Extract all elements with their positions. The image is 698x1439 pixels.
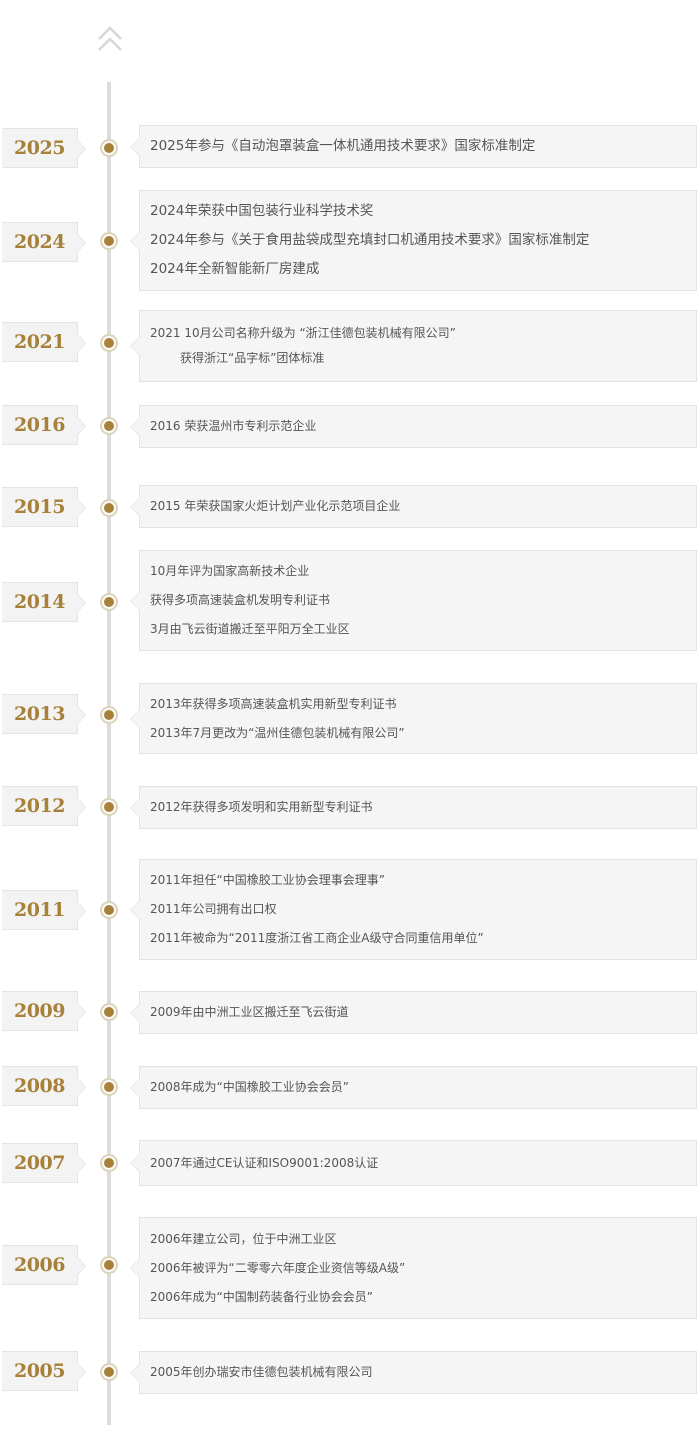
event-text: 3月由飞云街道搬迁至平阳万全工业区 — [150, 622, 350, 636]
year-tab[interactable]: 2008 — [2, 1066, 86, 1106]
timeline-dot — [100, 901, 118, 919]
year-tab[interactable]: 2006 — [2, 1245, 86, 1285]
event-box: 2011年担任“中国橡胶工业协会理事会理事” 2011年公司拥有出口权 2011… — [130, 859, 697, 960]
event-text: 获得浙江“品字标”团体标准 — [180, 351, 325, 365]
event-box: 2008年成为“中国橡胶工业协会会员” — [130, 1066, 697, 1109]
event-text: 2009年由中洲工业区搬迁至飞云街道 — [150, 1005, 349, 1019]
timeline-axis — [107, 82, 111, 1425]
timeline-dot — [100, 1003, 118, 1021]
timeline-dot — [100, 1154, 118, 1172]
timeline-dot — [100, 593, 118, 611]
event-box: 2024年荣获中国包装行业科学技术奖 2024年参与《关于食用盐袋成型充填封口机… — [130, 190, 697, 291]
event-text: 2011年被命为“2011度浙江省工商企业A级守合同重信用单位” — [150, 931, 484, 945]
event-text: 2016 荣获温州市专利示范企业 — [150, 419, 317, 433]
event-text: 2005年创办瑞安市佳德包装机械有限公司 — [150, 1365, 373, 1379]
event-box: 2009年由中洲工业区搬迁至飞云街道 — [130, 991, 697, 1034]
timeline-dot — [100, 499, 118, 517]
timeline-dot — [100, 139, 118, 157]
event-box: 2021 10月公司名称升级为 “浙江佳德包装机械有限公司” 获得浙江“品字标”… — [130, 310, 697, 382]
back-to-top-chevron-icon[interactable] — [94, 22, 126, 58]
year-tab[interactable]: 2007 — [2, 1143, 86, 1183]
timeline-dot — [100, 334, 118, 352]
event-box: 2006年建立公司，位于中洲工业区 2006年被评为“二零零六年度企业资信等级A… — [130, 1217, 697, 1319]
timeline-dot — [100, 1078, 118, 1096]
event-text: 2024年荣获中国包装行业科学技术奖 — [150, 203, 374, 219]
event-text: 获得多项高速装盒机发明专利证书 — [150, 593, 331, 607]
event-text: 2025年参与《自动泡罩装盒一体机通用技术要求》国家标准制定 — [150, 138, 536, 154]
event-box: 10月年评为国家高新技术企业 获得多项高速装盒机发明专利证书 3月由飞云街道搬迁… — [130, 550, 697, 651]
timeline-dot — [100, 706, 118, 724]
year-tab[interactable]: 2021 — [2, 322, 86, 362]
event-box: 2013年获得多项高速装盒机实用新型专利证书 2013年7月更改为“温州佳德包装… — [130, 683, 697, 754]
event-text: 2006年被评为“二零零六年度企业资信等级A级” — [150, 1260, 406, 1275]
event-text: 2006年建立公司，位于中洲工业区 — [150, 1231, 337, 1246]
event-text: 2024年参与《关于食用盐袋成型充填封口机通用技术要求》国家标准制定 — [150, 232, 590, 248]
year-tab[interactable]: 2014 — [2, 582, 86, 622]
year-tab[interactable]: 2005 — [2, 1351, 86, 1391]
event-text: 2021 10月公司名称升级为 “浙江佳德包装机械有限公司” — [150, 326, 456, 340]
year-tab[interactable]: 2016 — [2, 405, 86, 445]
year-tab[interactable]: 2012 — [2, 786, 86, 826]
year-tab[interactable]: 2024 — [2, 222, 86, 262]
event-box: 2016 荣获温州市专利示范企业 — [130, 405, 697, 448]
event-text: 2024年全新智能新厂房建成 — [150, 261, 320, 277]
event-text: 2013年7月更改为“温州佳德包装机械有限公司” — [150, 725, 405, 740]
event-text: 2015 年荣获国家火炬计划产业化示范项目企业 — [150, 499, 401, 513]
event-box: 2012年获得多项发明和实用新型专利证书 — [130, 786, 697, 829]
timeline-dot — [100, 232, 118, 250]
event-text: 2013年获得多项高速装盒机实用新型专利证书 — [150, 696, 397, 711]
event-box: 2015 年荣获国家火炬计划产业化示范项目企业 — [130, 485, 697, 528]
year-tab[interactable]: 2009 — [2, 991, 86, 1031]
timeline-dot — [100, 417, 118, 435]
event-box: 2025年参与《自动泡罩装盒一体机通用技术要求》国家标准制定 — [130, 125, 697, 168]
event-box: 2007年通过CE认证和ISO9001:2008认证 — [130, 1140, 697, 1186]
event-text: 2008年成为“中国橡胶工业协会会员” — [150, 1080, 349, 1094]
event-text: 2012年获得多项发明和实用新型专利证书 — [150, 800, 373, 814]
timeline-dot — [100, 1256, 118, 1274]
year-tab[interactable]: 2011 — [2, 890, 86, 930]
timeline-dot — [100, 1363, 118, 1381]
event-box: 2005年创办瑞安市佳德包装机械有限公司 — [130, 1351, 697, 1394]
event-text: 2011年公司拥有出口权 — [150, 902, 277, 916]
year-tab[interactable]: 2015 — [2, 487, 86, 527]
event-text: 2007年通过CE认证和ISO9001:2008认证 — [150, 1155, 379, 1170]
event-text: 2011年担任“中国橡胶工业协会理事会理事” — [150, 873, 385, 887]
event-text: 2006年成为“中国制药装备行业协会会员” — [150, 1289, 373, 1304]
year-tab[interactable]: 2025 — [2, 128, 86, 168]
event-text: 10月年评为国家高新技术企业 — [150, 564, 310, 578]
year-tab[interactable]: 2013 — [2, 694, 86, 734]
timeline-dot — [100, 798, 118, 816]
